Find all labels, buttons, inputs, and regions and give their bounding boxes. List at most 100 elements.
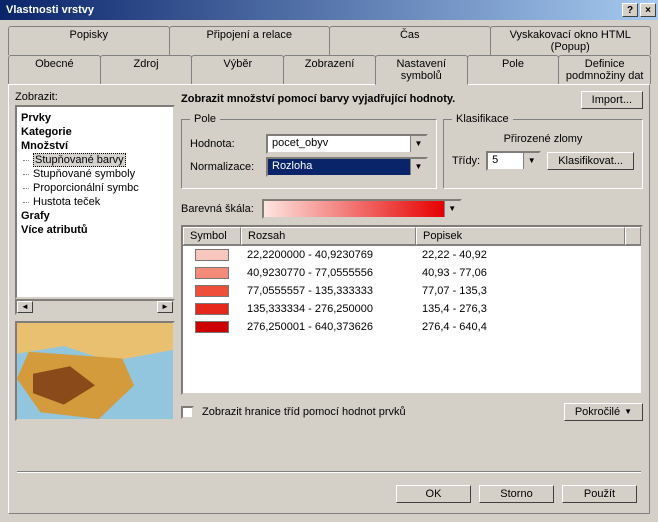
tab-panel: Zobrazit: Prvky Kategorie Množství Stupň…: [8, 84, 650, 514]
dialog-body: Popisky Připojení a relace Čas Vyskakova…: [0, 20, 658, 522]
ramp-label: Barevná škála:: [181, 203, 254, 215]
color-swatch: [195, 267, 229, 279]
tree-kategorie[interactable]: Kategorie: [19, 125, 171, 139]
tab-symboly[interactable]: Nastavení symbolů: [375, 55, 468, 85]
symbol-cell: [183, 285, 241, 297]
right-column: Zobrazit množství pomocí barvy vyjadřují…: [181, 91, 643, 421]
rozsah-cell[interactable]: 135,333334 - 276,250000: [241, 303, 416, 315]
color-swatch: [195, 303, 229, 315]
tab-pripojeni[interactable]: Připojení a relace: [169, 26, 331, 55]
tridy-label: Třídy:: [452, 155, 480, 167]
cancel-button[interactable]: Storno: [479, 485, 554, 503]
titlebar: Vlastnosti vrstvy ? ×: [0, 0, 658, 20]
tridy-value: 5: [488, 153, 523, 169]
pole-legend: Pole: [190, 113, 220, 125]
tree-vice[interactable]: Více atributů: [19, 223, 171, 237]
chevron-down-icon[interactable]: ▼: [523, 153, 539, 169]
rozsah-cell[interactable]: 40,9230770 - 77,0555556: [241, 267, 416, 279]
tab-popup[interactable]: Vyskakovací okno HTML (Popup): [490, 26, 652, 55]
table-row[interactable]: 77,0555557 - 135,33333377,07 - 135,3: [183, 282, 641, 300]
chevron-down-icon[interactable]: ▼: [444, 201, 460, 217]
grid-header-scroll: [625, 227, 641, 245]
map-preview: [15, 321, 175, 421]
popisek-cell[interactable]: 276,4 - 640,4: [416, 321, 641, 333]
tree-child-2[interactable]: Proporcionální symbc: [19, 181, 171, 195]
panel-heading: Zobrazit množství pomocí barvy vyjadřují…: [181, 91, 575, 105]
show-bounds-label: Zobrazit hranice tříd pomocí hodnot prvk…: [202, 406, 406, 418]
rozsah-cell[interactable]: 77,0555557 - 135,333333: [241, 285, 416, 297]
color-swatch: [195, 285, 229, 297]
color-swatch: [195, 249, 229, 261]
table-row[interactable]: 276,250001 - 640,373626276,4 - 640,4: [183, 318, 641, 336]
chevron-down-icon[interactable]: ▼: [410, 159, 426, 175]
tabs-row-2: Obecné Zdroj Výběr Zobrazení Nastavení s…: [8, 55, 650, 84]
tab-zobrazeni[interactable]: Zobrazení: [283, 55, 376, 84]
renderer-tree[interactable]: Prvky Kategorie Množství Stupňované barv…: [15, 105, 175, 299]
table-row[interactable]: 135,333334 - 276,250000135,4 - 276,3: [183, 300, 641, 318]
window-title: Vlastnosti vrstvy: [6, 4, 620, 16]
tab-vyber[interactable]: Výběr: [191, 55, 284, 84]
color-ramp-combo[interactable]: ▼: [262, 199, 462, 219]
table-row[interactable]: 40,9230770 - 77,055555640,93 - 77,06: [183, 264, 641, 282]
scroll-left-icon[interactable]: ◄: [17, 301, 33, 313]
tree-hscroll[interactable]: ◄ ►: [15, 299, 175, 315]
rozsah-cell[interactable]: 276,250001 - 640,373626: [241, 321, 416, 333]
hodnota-combo[interactable]: pocet_obyv ▼: [266, 134, 428, 154]
symbol-cell: [183, 303, 241, 315]
zobrazit-label: Zobrazit:: [15, 91, 175, 103]
dialog-buttons: OK Storno Použít: [396, 485, 637, 503]
klas-legend: Klasifikace: [452, 113, 513, 125]
tab-definice[interactable]: Definice podmnožiny dat: [558, 55, 651, 84]
apply-button[interactable]: Použít: [562, 485, 637, 503]
normalizace-value: Rozloha: [268, 159, 410, 175]
tree-child-0[interactable]: Stupňované barvy: [19, 153, 171, 167]
color-ramp-gradient: [264, 201, 444, 217]
klas-method: Přirozené zlomy: [452, 131, 634, 151]
hodnota-value: pocet_obyv: [268, 136, 410, 152]
klasifikovat-button[interactable]: Klasifikovat...: [547, 152, 634, 170]
rozsah-cell[interactable]: 22,2200000 - 40,9230769: [241, 249, 416, 261]
chevron-down-icon: ▼: [624, 408, 632, 416]
tree-child-3[interactable]: Hustota teček: [19, 195, 171, 209]
scroll-right-icon[interactable]: ►: [157, 301, 173, 313]
normalizace-combo[interactable]: Rozloha ▼: [266, 157, 428, 177]
tree-child-1[interactable]: Stupňované symboly: [19, 167, 171, 181]
popisek-cell[interactable]: 135,4 - 276,3: [416, 303, 641, 315]
help-button[interactable]: ?: [622, 3, 638, 17]
tab-obecne[interactable]: Obecné: [8, 55, 101, 84]
ok-button[interactable]: OK: [396, 485, 471, 503]
close-button[interactable]: ×: [640, 3, 656, 17]
grid-header-rozsah[interactable]: Rozsah: [241, 227, 416, 245]
tree-grafy[interactable]: Grafy: [19, 209, 171, 223]
tab-zdroj[interactable]: Zdroj: [100, 55, 193, 84]
hodnota-label: Hodnota:: [190, 138, 260, 150]
color-swatch: [195, 321, 229, 333]
grid-header-popisek[interactable]: Popisek: [416, 227, 625, 245]
tab-pole[interactable]: Pole: [467, 55, 560, 84]
tree-prvky[interactable]: Prvky: [19, 111, 171, 125]
tree-selected[interactable]: Stupňované barvy: [33, 153, 126, 167]
symbol-cell: [183, 267, 241, 279]
import-button[interactable]: Import...: [581, 91, 643, 109]
advanced-button[interactable]: Pokročilé ▼: [564, 403, 643, 421]
class-grid[interactable]: Symbol Rozsah Popisek 22,2200000 - 40,92…: [181, 225, 643, 395]
popisek-cell[interactable]: 22,22 - 40,92: [416, 249, 641, 261]
popisek-cell[interactable]: 77,07 - 135,3: [416, 285, 641, 297]
grid-header: Symbol Rozsah Popisek: [183, 227, 641, 246]
symbol-cell: [183, 321, 241, 333]
grid-body[interactable]: 22,2200000 - 40,923076922,22 - 40,9240,9…: [183, 246, 641, 393]
tree-mnozstvi[interactable]: Množství: [19, 139, 171, 153]
grid-header-symbol[interactable]: Symbol: [183, 227, 241, 245]
popisek-cell[interactable]: 40,93 - 77,06: [416, 267, 641, 279]
separator: [17, 471, 641, 473]
tab-cas[interactable]: Čas: [329, 26, 491, 55]
left-column: Zobrazit: Prvky Kategorie Množství Stupň…: [15, 91, 175, 421]
tridy-combo[interactable]: 5 ▼: [486, 151, 541, 171]
table-row[interactable]: 22,2200000 - 40,923076922,22 - 40,92: [183, 246, 641, 264]
tab-popisky[interactable]: Popisky: [8, 26, 170, 55]
show-bounds-checkbox[interactable]: [181, 406, 194, 419]
pole-fieldset: Pole Hodnota: pocet_obyv ▼ Normalizace:: [181, 113, 437, 189]
chevron-down-icon[interactable]: ▼: [410, 136, 426, 152]
symbol-cell: [183, 249, 241, 261]
normalizace-label: Normalizace:: [190, 161, 260, 173]
